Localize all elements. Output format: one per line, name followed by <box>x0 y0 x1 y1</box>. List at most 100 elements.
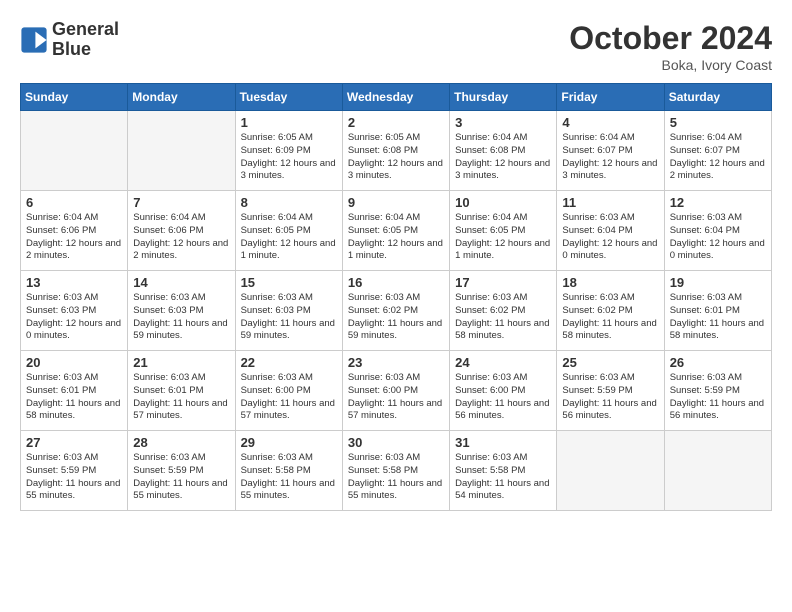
day-number: 9 <box>348 195 444 210</box>
cell-info: Sunrise: 6:04 AMSunset: 6:08 PMDaylight:… <box>455 132 551 183</box>
day-number: 6 <box>26 195 122 210</box>
calendar-cell: 23 Sunrise: 6:03 AMSunset: 6:00 PMDayligh… <box>342 351 449 431</box>
calendar-cell: 28Sunrise: 6:03 AMSunset: 5:59 PMDayligh… <box>128 431 235 511</box>
cell-info: Sunrise: 6:04 AMSunset: 6:05 PMDaylight:… <box>348 212 444 263</box>
cell-info: Sunrise: 6:03 AMSunset: 6:00 PMDaylight:… <box>455 372 551 423</box>
calendar-cell: 2 Sunrise: 6:05 AMSunset: 6:08 PMDaylight… <box>342 111 449 191</box>
day-number: 2 <box>348 115 444 130</box>
month-title: October 2024 <box>569 20 772 57</box>
cell-info: Sunrise: 6:04 AMSunset: 6:05 PMDaylight:… <box>241 212 337 263</box>
day-number: 13 <box>26 275 122 290</box>
cell-info: Sunrise: 6:03 AMSunset: 6:01 PMDaylight:… <box>133 372 229 423</box>
cell-info: Sunrise: 6:03 AMSunset: 6:02 PMDaylight:… <box>348 292 444 343</box>
calendar-cell: 4Sunrise: 6:04 AMSunset: 6:07 PMDaylight… <box>557 111 664 191</box>
calendar-cell: 19Sunrise: 6:03 AMSunset: 6:01 PMDayligh… <box>664 271 771 351</box>
title-block: October 2024 Boka, Ivory Coast <box>569 20 772 73</box>
cell-info: Sunrise: 6:03 AMSunset: 6:03 PMDaylight:… <box>241 292 337 343</box>
calendar-cell: 16 Sunrise: 6:03 AMSunset: 6:02 PMDayligh… <box>342 271 449 351</box>
day-number: 14 <box>133 275 229 290</box>
location-title: Boka, Ivory Coast <box>569 57 772 73</box>
day-number: 30 <box>348 435 444 450</box>
calendar-cell: 8 Sunrise: 6:04 AMSunset: 6:05 PMDaylight… <box>235 191 342 271</box>
weekday-sunday: Sunday <box>21 84 128 111</box>
weekday-header-row: SundayMondayTuesdayWednesdayThursdayFrid… <box>21 84 772 111</box>
day-number: 10 <box>455 195 551 210</box>
calendar-cell: 31 Sunrise: 6:03 AMSunset: 5:58 PMDayligh… <box>450 431 557 511</box>
day-number: 20 <box>26 355 122 370</box>
day-number: 23 <box>348 355 444 370</box>
calendar-cell: 20Sunrise: 6:03 AMSunset: 6:01 PMDayligh… <box>21 351 128 431</box>
calendar-cell: 22 Sunrise: 6:03 AMSunset: 6:00 PMDayligh… <box>235 351 342 431</box>
day-number: 26 <box>670 355 766 370</box>
day-number: 29 <box>241 435 337 450</box>
calendar-cell: 1Sunrise: 6:05 AMSunset: 6:09 PMDaylight… <box>235 111 342 191</box>
day-number: 16 <box>348 275 444 290</box>
calendar-cell: 15 Sunrise: 6:03 AMSunset: 6:03 PMDayligh… <box>235 271 342 351</box>
calendar-cell: 11 Sunrise: 6:03 AMSunset: 6:04 PMDayligh… <box>557 191 664 271</box>
cell-info: Sunrise: 6:03 AMSunset: 5:59 PMDaylight:… <box>26 452 122 503</box>
calendar-cell <box>557 431 664 511</box>
cell-info: Sunrise: 6:04 AMSunset: 6:06 PMDaylight:… <box>26 212 122 263</box>
header: General Blue October 2024 Boka, Ivory Co… <box>20 20 772 73</box>
cell-info: Sunrise: 6:03 AMSunset: 6:00 PMDaylight:… <box>241 372 337 423</box>
calendar-cell: 30 Sunrise: 6:03 AMSunset: 5:58 PMDayligh… <box>342 431 449 511</box>
day-number: 27 <box>26 435 122 450</box>
calendar-cell: 13 Sunrise: 6:03 AMSunset: 6:03 PMDayligh… <box>21 271 128 351</box>
cell-info: Sunrise: 6:03 AMSunset: 5:58 PMDaylight:… <box>455 452 551 503</box>
cell-info: Sunrise: 6:03 AMSunset: 6:03 PMDaylight:… <box>26 292 122 343</box>
cell-info: Sunrise: 6:03 AMSunset: 5:59 PMDaylight:… <box>670 372 766 423</box>
day-number: 24 <box>455 355 551 370</box>
day-number: 11 <box>562 195 658 210</box>
calendar-cell: 18 Sunrise: 6:03 AMSunset: 6:02 PMDayligh… <box>557 271 664 351</box>
cell-info: Sunrise: 6:05 AMSunset: 6:08 PMDaylight:… <box>348 132 444 183</box>
day-number: 31 <box>455 435 551 450</box>
weekday-monday: Monday <box>128 84 235 111</box>
day-number: 7 <box>133 195 229 210</box>
logo-text: General Blue <box>52 20 119 60</box>
calendar-cell: 26 Sunrise: 6:03 AMSunset: 5:59 PMDayligh… <box>664 351 771 431</box>
cell-info: Sunrise: 6:03 AMSunset: 5:58 PMDaylight:… <box>348 452 444 503</box>
cell-info: Sunrise: 6:03 AMSunset: 6:02 PMDaylight:… <box>455 292 551 343</box>
calendar-cell: 5 Sunrise: 6:04 AMSunset: 6:07 PMDaylight… <box>664 111 771 191</box>
calendar-cell: 17 Sunrise: 6:03 AMSunset: 6:02 PMDayligh… <box>450 271 557 351</box>
weekday-wednesday: Wednesday <box>342 84 449 111</box>
cell-info: Sunrise: 6:03 AMSunset: 6:04 PMDaylight:… <box>562 212 658 263</box>
cell-info: Sunrise: 6:03 AMSunset: 5:58 PMDaylight:… <box>241 452 337 503</box>
day-number: 5 <box>670 115 766 130</box>
cell-info: Sunrise: 6:04 AMSunset: 6:06 PMDaylight:… <box>133 212 229 263</box>
calendar-week-5: 27 Sunrise: 6:03 AMSunset: 5:59 PMDayligh… <box>21 431 772 511</box>
calendar-cell: 25Sunrise: 6:03 AMSunset: 5:59 PMDayligh… <box>557 351 664 431</box>
weekday-thursday: Thursday <box>450 84 557 111</box>
calendar-cell: 9 Sunrise: 6:04 AMSunset: 6:05 PMDaylight… <box>342 191 449 271</box>
calendar-week-4: 20 Sunrise: 6:03 AMSunset: 6:01 PMDayligh… <box>21 351 772 431</box>
day-number: 22 <box>241 355 337 370</box>
calendar-cell <box>128 111 235 191</box>
calendar-cell: 14Sunrise: 6:03 AMSunset: 6:03 PMDayligh… <box>128 271 235 351</box>
cell-info: Sunrise: 6:03 AMSunset: 6:04 PMDaylight:… <box>670 212 766 263</box>
weekday-friday: Friday <box>557 84 664 111</box>
day-number: 17 <box>455 275 551 290</box>
calendar-cell: 3 Sunrise: 6:04 AMSunset: 6:08 PMDaylight… <box>450 111 557 191</box>
calendar-cell: 27 Sunrise: 6:03 AMSunset: 5:59 PMDayligh… <box>21 431 128 511</box>
day-number: 1 <box>241 115 337 130</box>
day-number: 15 <box>241 275 337 290</box>
logo: General Blue <box>20 20 119 60</box>
calendar-cell: 24 Sunrise: 6:03 AMSunset: 6:00 PMDayligh… <box>450 351 557 431</box>
calendar-table: SundayMondayTuesdayWednesdayThursdayFrid… <box>20 83 772 511</box>
day-number: 21 <box>133 355 229 370</box>
day-number: 3 <box>455 115 551 130</box>
cell-info: Sunrise: 6:03 AMSunset: 6:00 PMDaylight:… <box>348 372 444 423</box>
weekday-tuesday: Tuesday <box>235 84 342 111</box>
calendar-cell: 12Sunrise: 6:03 AMSunset: 6:04 PMDayligh… <box>664 191 771 271</box>
cell-info: Sunrise: 6:04 AMSunset: 6:07 PMDaylight:… <box>670 132 766 183</box>
calendar-body: 1Sunrise: 6:05 AMSunset: 6:09 PMDaylight… <box>21 111 772 511</box>
cell-info: Sunrise: 6:04 AMSunset: 6:05 PMDaylight:… <box>455 212 551 263</box>
calendar-week-3: 13 Sunrise: 6:03 AMSunset: 6:03 PMDayligh… <box>21 271 772 351</box>
cell-info: Sunrise: 6:03 AMSunset: 6:01 PMDaylight:… <box>670 292 766 343</box>
calendar-cell: 6 Sunrise: 6:04 AMSunset: 6:06 PMDaylight… <box>21 191 128 271</box>
cell-info: Sunrise: 6:03 AMSunset: 6:02 PMDaylight:… <box>562 292 658 343</box>
day-number: 18 <box>562 275 658 290</box>
day-number: 8 <box>241 195 337 210</box>
calendar-week-2: 6 Sunrise: 6:04 AMSunset: 6:06 PMDaylight… <box>21 191 772 271</box>
calendar-cell: 29 Sunrise: 6:03 AMSunset: 5:58 PMDayligh… <box>235 431 342 511</box>
